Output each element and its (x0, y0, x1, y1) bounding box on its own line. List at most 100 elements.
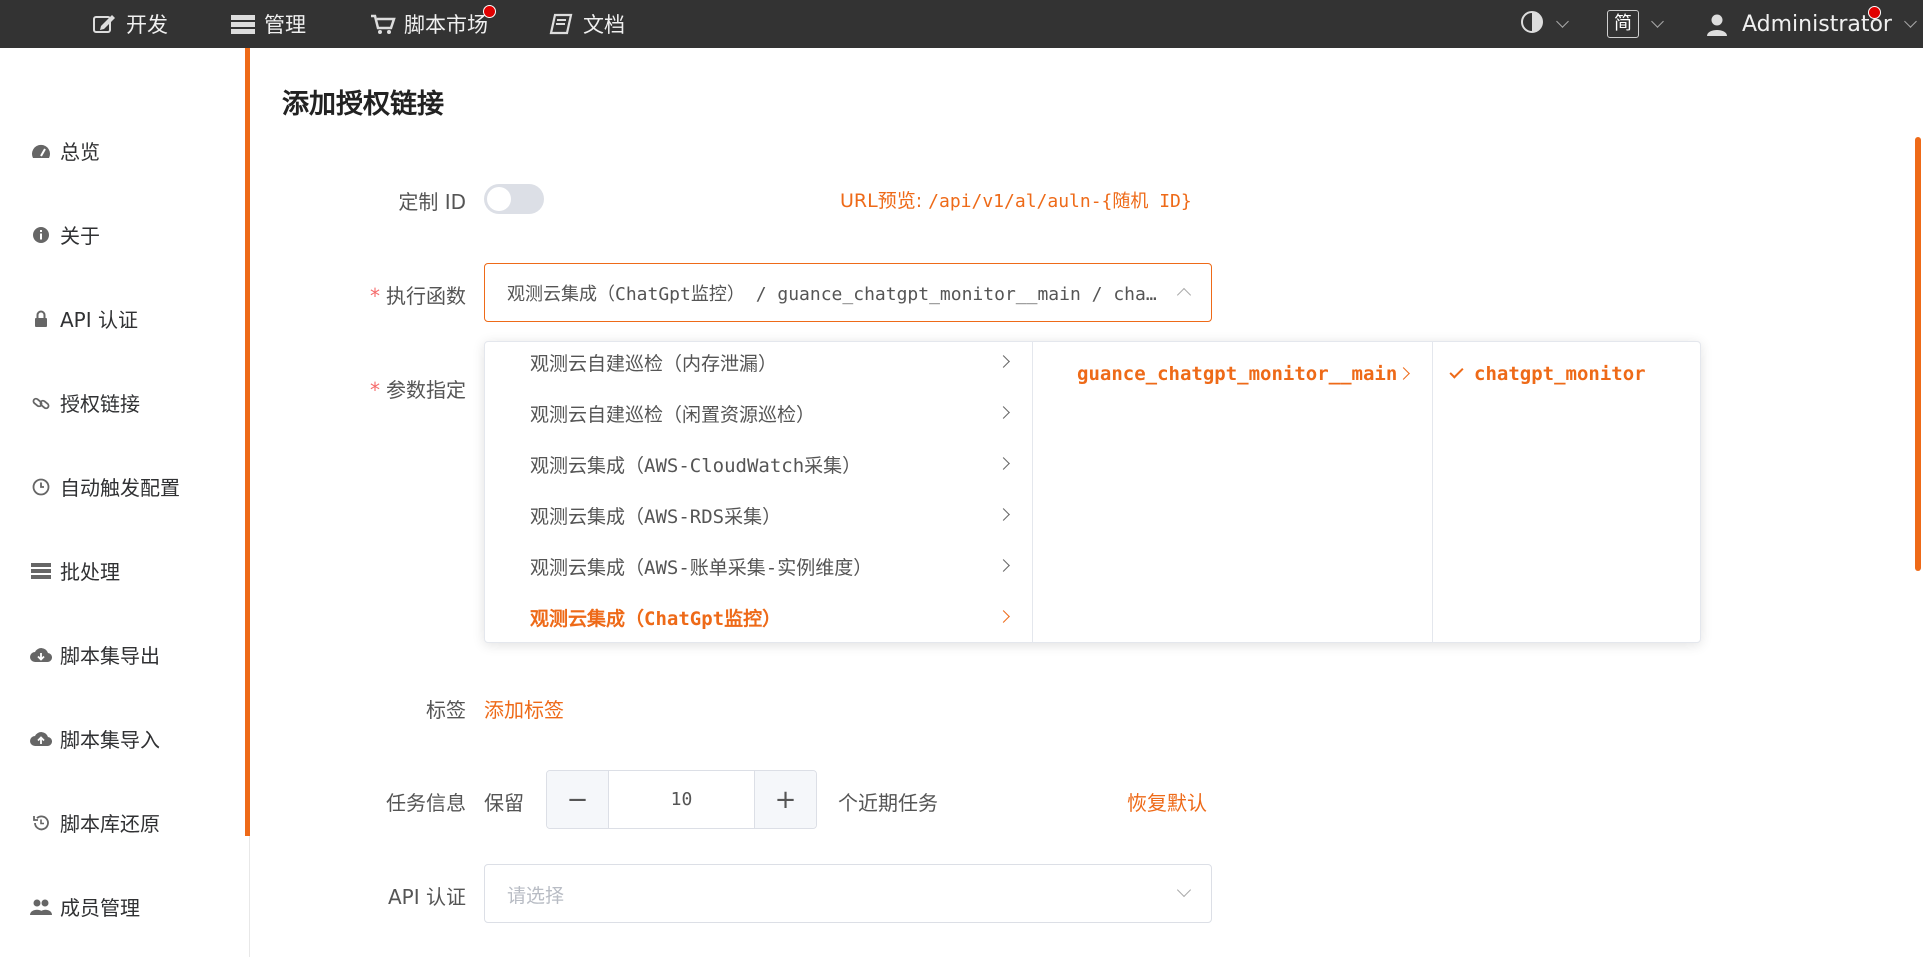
toggle-knob (487, 187, 511, 211)
page-title: 添加授权链接 (282, 89, 444, 120)
url-preview-path: /api/v1/al/auln-{随机 ID} (928, 191, 1192, 212)
nav-dev-label: 开发 (126, 13, 168, 37)
task-count-value[interactable]: 10 (609, 771, 754, 828)
users-icon (30, 897, 52, 917)
sidebar-item-auto-trigger[interactable]: 自动触发配置 (30, 472, 180, 501)
sidebar-active-bar (245, 48, 250, 836)
notification-dot (483, 5, 496, 18)
params-label: * 参数指定 (370, 378, 466, 402)
chevron-right-icon (997, 610, 1010, 623)
nav-market[interactable]: 脚本市场 (370, 0, 496, 48)
func-label: * 执行函数 (370, 284, 466, 308)
decrement-button[interactable]: − (547, 771, 609, 828)
sidebar-item-label: 批处理 (60, 560, 120, 584)
cascader-option[interactable]: 观测云集成（AWS-RDS采集） (485, 493, 1032, 537)
book-icon (549, 13, 575, 35)
task-count-stepper[interactable]: − 10 + (546, 770, 817, 829)
user-menu[interactable]: Administrator (1706, 0, 1917, 48)
server-icon (230, 13, 256, 35)
chevron-right-icon (997, 457, 1010, 470)
cascader-option[interactable]: 观测云集成（AWS-账单采集-实例维度） (485, 544, 1032, 588)
sidebar: 总览 关于 API 认证 授权链接 自动触发配置 批处理 脚本集导出 脚本集导入… (0, 48, 250, 957)
sidebar-item-label: 总览 (60, 140, 100, 164)
link-icon (30, 393, 52, 413)
chevron-right-icon (997, 406, 1010, 419)
custom-id-label: 定制 ID (398, 190, 466, 214)
cascader-column-modules: guance_chatgpt_monitor__main (1033, 342, 1433, 642)
cart-icon (370, 13, 396, 35)
sidebar-item-label: API 认证 (60, 308, 138, 332)
sidebar-item-label: 成员管理 (60, 896, 140, 920)
theme-switcher[interactable] (1520, 0, 1569, 48)
chevron-down-icon (1651, 14, 1664, 28)
cloud-upload-icon (30, 729, 52, 749)
url-preview: URL预览: /api/v1/al/auln-{随机 ID} (840, 186, 1192, 213)
add-tag-button[interactable]: 添加标签 (484, 694, 564, 723)
info-icon (30, 225, 52, 245)
api-auth-placeholder: 请选择 (507, 885, 565, 907)
cascader-option[interactable]: 观测云自建巡检（内存泄漏） (485, 340, 1032, 384)
keep-label: 保留 (484, 791, 524, 815)
cloud-download-icon (30, 645, 52, 665)
api-auth-select[interactable]: 请选择 (484, 864, 1212, 923)
top-nav-bar: 开发 管理 脚本市场 文档 简 Administrator (0, 0, 1923, 48)
nav-dev[interactable]: 开发 (92, 0, 168, 48)
nav-manage-label: 管理 (264, 13, 306, 37)
cascader-column-functions: chatgpt_monitor (1433, 342, 1701, 642)
sidebar-item-overview[interactable]: 总览 (30, 136, 100, 165)
sidebar-item-label: 脚本集导入 (60, 728, 160, 752)
func-cascader[interactable]: 观测云集成（ChatGpt监控） / guance_chatgpt_monito… (484, 263, 1212, 322)
sidebar-item-label: 自动触发配置 (60, 476, 180, 500)
cascader-option-selected[interactable]: guance_chatgpt_monitor__main (1033, 352, 1432, 396)
sidebar-item-restore[interactable]: 脚本库还原 (30, 808, 160, 837)
sidebar-item-export[interactable]: 脚本集导出 (30, 640, 160, 669)
sidebar-item-label: 授权链接 (60, 392, 140, 416)
api-auth-label: API 认证 (388, 885, 466, 909)
restore-default-button[interactable]: 恢复默认 (1127, 787, 1207, 816)
clock-icon (30, 477, 52, 497)
recent-tasks-label: 个近期任务 (838, 791, 938, 815)
language-switcher[interactable]: 简 (1607, 0, 1664, 48)
sidebar-item-label: 脚本集导出 (60, 644, 160, 668)
lock-icon (30, 309, 52, 329)
cascader-option[interactable]: 观测云自建巡检（闲置资源巡检） (485, 391, 1032, 435)
sidebar-item-about[interactable]: 关于 (30, 220, 100, 249)
custom-id-toggle[interactable] (484, 184, 544, 214)
chevron-right-icon (997, 508, 1010, 521)
sidebar-item-batch[interactable]: 批处理 (30, 556, 120, 585)
sidebar-item-api-auth[interactable]: API 认证 (30, 304, 138, 333)
edit-icon (92, 13, 118, 35)
chevron-right-icon (997, 559, 1010, 572)
cascader-option-selected[interactable]: 观测云集成（ChatGpt监控） (485, 595, 1032, 639)
server-icon (30, 561, 52, 581)
cascader-column-scripts: 观测云自建巡检（内存泄漏） 观测云自建巡检（闲置资源巡检） 观测云集成（AWS-… (485, 342, 1033, 642)
chevron-right-icon (1397, 367, 1410, 380)
chevron-up-icon (1176, 287, 1192, 303)
func-cascader-value: 观测云集成（ChatGpt监控） / guance_chatgpt_monito… (507, 283, 1162, 305)
cascader-dropdown: 观测云自建巡检（内存泄漏） 观测云自建巡检（闲置资源巡检） 观测云集成（AWS-… (484, 341, 1701, 643)
history-icon (30, 813, 52, 833)
nav-docs-label: 文档 (583, 13, 625, 37)
cascader-option-selected[interactable]: chatgpt_monitor (1433, 352, 1701, 396)
page-scrollbar[interactable] (1915, 137, 1921, 571)
chevron-down-icon (1556, 14, 1569, 28)
sidebar-item-import[interactable]: 脚本集导入 (30, 724, 160, 753)
url-preview-label: URL预览: (840, 190, 923, 212)
task-info-label: 任务信息 (386, 791, 466, 815)
sidebar-item-label: 脚本库还原 (60, 812, 160, 836)
user-icon (1706, 13, 1732, 36)
sidebar-item-members[interactable]: 成员管理 (30, 892, 140, 921)
increment-button[interactable]: + (754, 771, 816, 828)
language-badge: 简 (1607, 10, 1639, 38)
contrast-icon (1520, 10, 1544, 39)
notification-dot (1868, 6, 1881, 19)
cascader-option[interactable]: 观测云集成（AWS-CloudWatch采集） (485, 442, 1032, 486)
dashboard-icon (30, 141, 52, 161)
chevron-down-icon (1176, 882, 1192, 898)
nav-docs[interactable]: 文档 (549, 0, 625, 48)
chevron-down-icon (1904, 14, 1917, 28)
check-icon (1449, 363, 1464, 379)
nav-manage[interactable]: 管理 (230, 0, 306, 48)
chevron-right-icon (997, 355, 1010, 368)
sidebar-item-auth-link[interactable]: 授权链接 (30, 388, 140, 417)
